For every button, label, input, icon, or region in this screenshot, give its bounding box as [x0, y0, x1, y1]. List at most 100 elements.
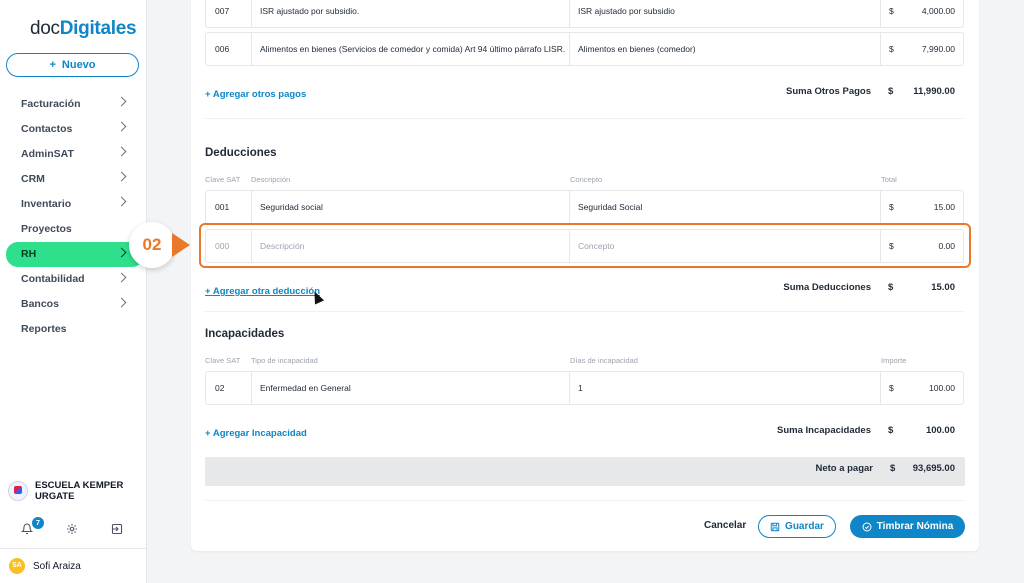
save-button-label: Guardar: [785, 521, 824, 532]
column-header-clave-sat: Clave SAT: [205, 175, 241, 184]
sidebar-item-facturacion[interactable]: Facturación: [0, 91, 147, 116]
currency-symbol: $: [889, 202, 894, 212]
net-pay-label: Neto a pagar: [815, 463, 873, 474]
chevron-right-icon: [116, 121, 127, 132]
sidebar-item-label: AdminSAT: [21, 147, 74, 160]
description-cell[interactable]: Seguridad social: [260, 191, 323, 223]
chevron-right-icon: [116, 146, 127, 157]
sidebar-item-crm[interactable]: CRM: [0, 166, 147, 191]
amount-cell[interactable]: 15.00: [934, 191, 955, 223]
table-row: 001 Seguridad social Seguridad Social $ …: [205, 190, 964, 224]
amount-cell[interactable]: 7,990.00: [922, 33, 955, 65]
save-button[interactable]: Guardar: [758, 515, 836, 538]
sidebar: docDigitales + Nuevo Facturación Contact…: [0, 0, 147, 583]
notification-badge: 7: [32, 517, 44, 529]
clave-sat-cell: 006: [215, 44, 230, 54]
table-row: 02 Enfermedad en General 1 $ 100.00: [205, 371, 964, 405]
company-name: ESCUELA KEMPER URGATE: [35, 480, 124, 502]
column-divider: [880, 372, 881, 404]
sidebar-item-contactos[interactable]: Contactos: [0, 116, 147, 141]
add-deduction-link[interactable]: + Agregar otra deducción: [205, 286, 320, 297]
new-button[interactable]: + Nuevo: [6, 53, 139, 77]
column-divider: [880, 191, 881, 223]
sidebar-item-label: Proyectos: [21, 223, 72, 236]
new-button-label: Nuevo: [61, 59, 96, 71]
column-divider: [569, 0, 570, 27]
currency-symbol: $: [889, 383, 894, 393]
sidebar-icon-bar: 7: [0, 517, 147, 544]
cancel-button[interactable]: Cancelar: [704, 520, 746, 531]
column-divider: [251, 0, 252, 27]
check-circle-icon: [862, 522, 872, 531]
company-logo: [8, 481, 28, 501]
column-divider: [569, 33, 570, 65]
stamp-payroll-label: Timbrar Nómina: [876, 521, 954, 532]
sum-disabilities-value: 100.00: [925, 425, 955, 436]
user-profile[interactable]: SA Sofi Araiza: [0, 548, 147, 583]
add-other-payment-link[interactable]: + Agregar otros pagos: [205, 89, 306, 100]
chevron-right-icon: [116, 171, 127, 182]
chevron-right-icon: [116, 196, 127, 207]
sidebar-item-label: Facturación: [21, 97, 81, 110]
chevron-right-icon: [116, 96, 127, 107]
sidebar-item-contabilidad[interactable]: Contabilidad: [0, 267, 147, 292]
company-switcher[interactable]: ESCUELA KEMPER URGATE: [8, 480, 143, 502]
table-row: 007 ISR ajustado por subsidio. ISR ajust…: [205, 0, 964, 28]
payroll-form-card: 007 ISR ajustado por subsidio. ISR ajust…: [191, 0, 979, 551]
column-divider: [569, 372, 570, 404]
disability-type-cell[interactable]: Enfermedad en General: [260, 372, 351, 404]
section-divider: [205, 500, 964, 501]
app-logo[interactable]: docDigitales: [30, 18, 137, 40]
column-header-descripcion: Descripción: [251, 175, 291, 184]
section-divider: [205, 311, 964, 312]
sidebar-item-label: CRM: [21, 172, 45, 185]
concept-cell[interactable]: Alimentos en bienes (comedor): [578, 33, 696, 65]
sidebar-item-bancos[interactable]: Bancos: [0, 292, 147, 317]
sidebar-item-label: RH: [21, 248, 37, 261]
logout-icon[interactable]: [110, 523, 124, 537]
gear-icon[interactable]: [65, 523, 79, 537]
sidebar-item-proyectos[interactable]: Proyectos: [0, 216, 147, 241]
sum-deductions-label: Suma Deducciones: [783, 282, 871, 293]
description-cell[interactable]: Alimentos en bienes (Servicios de comedo…: [260, 33, 565, 65]
add-disability-link[interactable]: + Agregar Incapacidad: [205, 428, 307, 439]
column-header-total: Total: [881, 175, 897, 184]
concept-cell[interactable]: ISR ajustado por subsidio: [578, 0, 675, 27]
column-header-dias: Días de incapacidad: [570, 356, 638, 365]
column-header-concepto: Concepto: [570, 175, 603, 184]
table-row: 006 Alimentos en bienes (Servicios de co…: [205, 32, 964, 66]
main-nav: Facturación Contactos AdminSAT CRM Inven…: [0, 91, 147, 342]
column-divider: [880, 0, 881, 27]
clave-sat-cell: 02: [215, 383, 225, 393]
chevron-right-icon: [116, 297, 127, 308]
column-divider: [569, 191, 570, 223]
sum-disabilities-label: Suma Incapacidades: [777, 425, 871, 436]
chevron-right-icon: [116, 272, 127, 283]
bell-icon[interactable]: 7: [20, 517, 44, 537]
column-divider: [880, 33, 881, 65]
stamp-payroll-button[interactable]: Timbrar Nómina: [850, 515, 965, 538]
sidebar-item-label: Reportes: [21, 323, 67, 336]
sidebar-item-inventario[interactable]: Inventario: [0, 191, 147, 216]
plus-icon: +: [49, 59, 56, 71]
step-badge: 02: [129, 222, 175, 268]
column-divider: [251, 191, 252, 223]
save-icon: [770, 522, 780, 531]
amount-cell[interactable]: 4,000.00: [922, 0, 955, 27]
avatar: SA: [9, 558, 25, 574]
sum-other-payments-value: 11,990.00: [913, 86, 955, 97]
column-header-clave-sat: Clave SAT: [205, 356, 241, 365]
sidebar-item-rh[interactable]: RH: [6, 241, 144, 267]
currency-symbol: $: [889, 44, 894, 54]
concept-cell[interactable]: Seguridad Social: [578, 191, 642, 223]
amount-cell[interactable]: 100.00: [929, 372, 955, 404]
chevron-right-icon: [116, 247, 127, 258]
sidebar-item-reportes[interactable]: Reportes: [0, 317, 147, 342]
clave-sat-cell: 001: [215, 202, 230, 212]
deductions-title: Deducciones: [205, 147, 277, 159]
disability-days-cell[interactable]: 1: [578, 372, 583, 404]
sum-other-payments-label: Suma Otros Pagos: [786, 86, 871, 97]
sidebar-item-adminsat[interactable]: AdminSAT: [0, 141, 147, 166]
description-cell[interactable]: ISR ajustado por subsidio.: [260, 0, 359, 27]
step-arrow-icon: [172, 233, 190, 257]
